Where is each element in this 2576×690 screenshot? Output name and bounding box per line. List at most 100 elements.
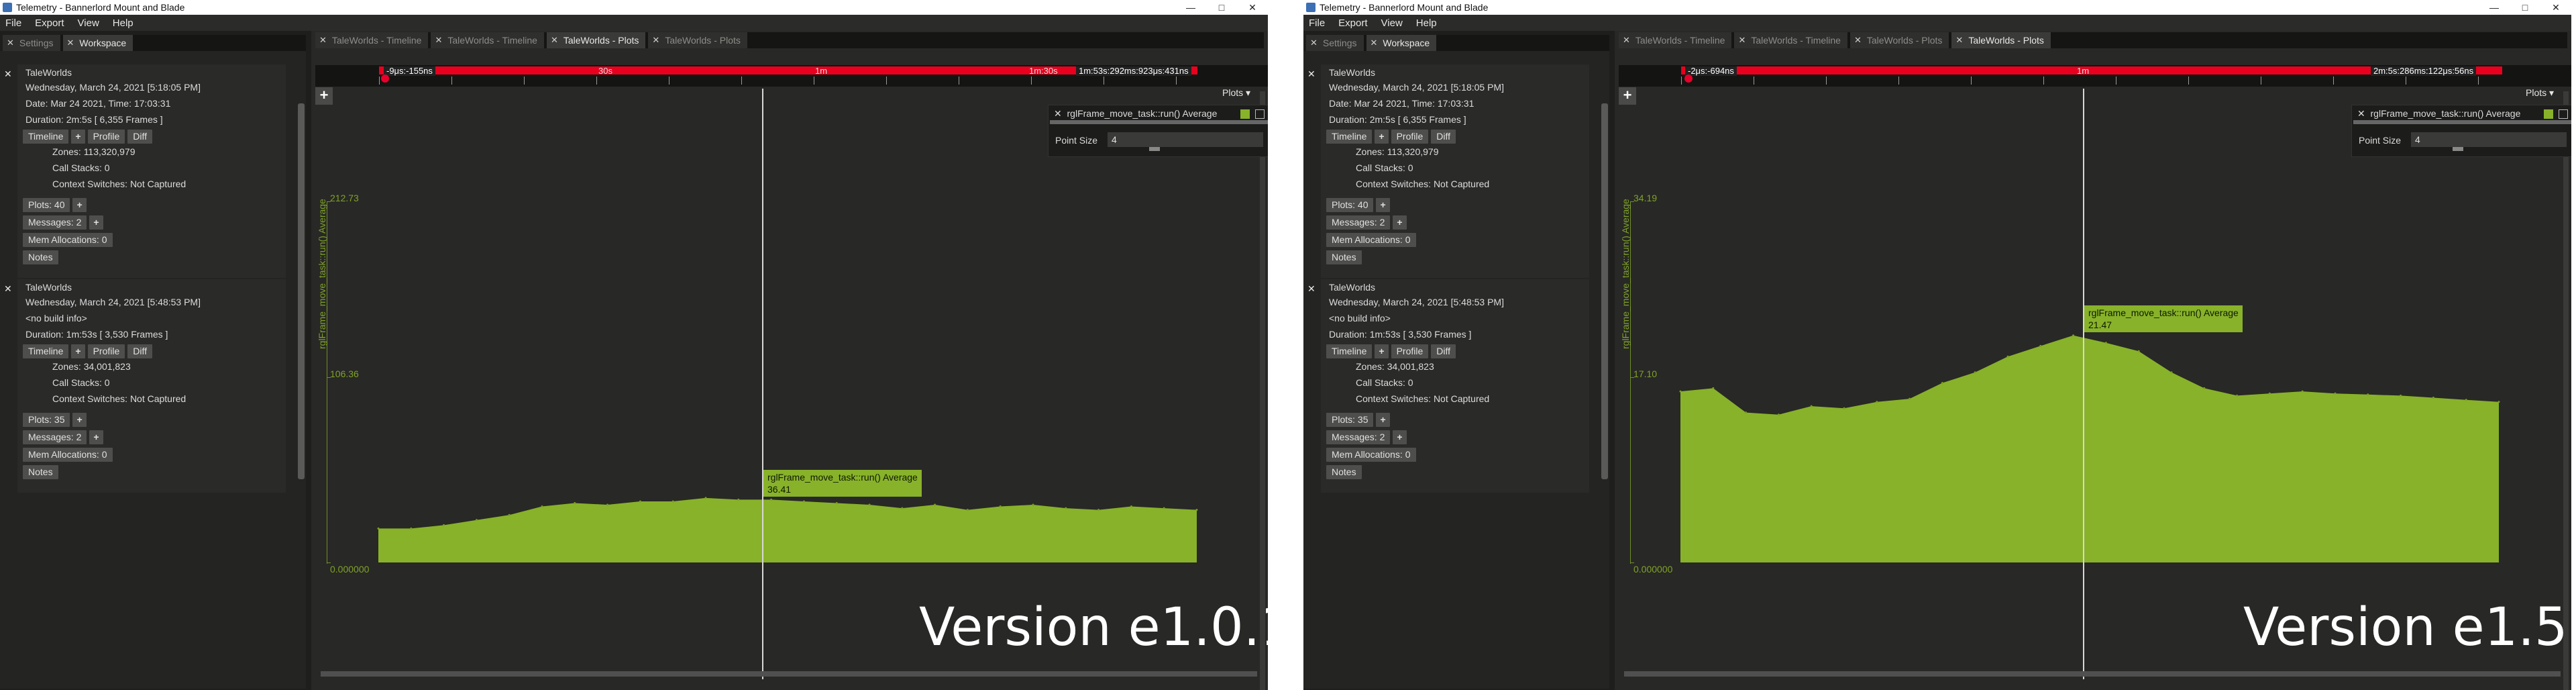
menu-view[interactable]: View: [1381, 17, 1403, 29]
menu-help[interactable]: Help: [1416, 17, 1437, 29]
mem-allocations-button[interactable]: Mem Allocations: 0: [23, 232, 113, 247]
timeline-button[interactable]: Timeline: [1326, 344, 1373, 358]
point-size-slider[interactable]: [1149, 147, 1160, 151]
close-tab-icon[interactable]: ✕: [1854, 35, 1862, 46]
add-timeline-button[interactable]: +: [71, 344, 85, 358]
add-message-button[interactable]: +: [89, 215, 103, 230]
mem-allocations-button[interactable]: Mem Allocations: 0: [23, 447, 113, 462]
tab-plots-1[interactable]: ✕ TaleWorlds - Plots: [546, 32, 646, 48]
add-plot-small-button[interactable]: +: [1376, 412, 1390, 427]
profile-button[interactable]: Profile: [1391, 344, 1429, 358]
close-tab-icon[interactable]: ✕: [7, 38, 14, 48]
timeline-button[interactable]: Timeline: [23, 129, 69, 144]
profile-button[interactable]: Profile: [87, 129, 125, 144]
add-plot-small-button[interactable]: +: [72, 197, 87, 212]
add-message-button[interactable]: +: [1393, 215, 1407, 230]
menu-export[interactable]: Export: [35, 17, 64, 29]
add-plot-button[interactable]: +: [315, 87, 333, 105]
horizontal-scrollbar[interactable]: [321, 671, 1257, 677]
close-tab-icon[interactable]: ✕: [1310, 38, 1318, 48]
plots-menu-button[interactable]: Plots ▾: [1222, 87, 1250, 99]
tab-settings[interactable]: ✕ Settings: [1306, 35, 1364, 51]
close-tab-icon[interactable]: ✕: [551, 35, 558, 46]
point-size-input[interactable]: 4: [2411, 132, 2567, 147]
plots-menu-button[interactable]: Plots ▾: [2526, 87, 2554, 99]
mem-allocations-button[interactable]: Mem Allocations: 0: [1326, 232, 1416, 247]
menu-help[interactable]: Help: [113, 17, 133, 29]
workspace-scrollbar[interactable]: [1601, 103, 1608, 479]
menu-file[interactable]: File: [5, 17, 21, 29]
tab-timeline-2[interactable]: ✕ TaleWorlds - Timeline: [1734, 32, 1847, 48]
plots-button[interactable]: Plots: 35: [1326, 412, 1374, 427]
diff-button[interactable]: Diff: [1431, 344, 1456, 358]
close-series-icon[interactable]: ✕: [2357, 108, 2365, 119]
messages-button[interactable]: Messages: 2: [1326, 215, 1391, 230]
horizontal-scrollbar[interactable]: [1624, 671, 2561, 677]
add-timeline-button[interactable]: +: [1375, 344, 1389, 358]
menu-view[interactable]: View: [78, 17, 99, 29]
series-color-swatch[interactable]: [1240, 109, 1250, 119]
messages-button[interactable]: Messages: 2: [1326, 430, 1391, 444]
close-tab-icon[interactable]: ✕: [435, 35, 442, 46]
diff-button[interactable]: Diff: [1431, 129, 1456, 144]
close-tab-icon[interactable]: ✕: [1738, 35, 1746, 46]
tab-plots-1[interactable]: ✕ TaleWorlds - Plots: [1849, 32, 1949, 48]
timeline-range-bar[interactable]: [379, 66, 1197, 75]
timeline-marker-icon[interactable]: [381, 75, 389, 83]
add-message-button[interactable]: +: [89, 430, 103, 444]
close-trace-icon[interactable]: ✕: [4, 283, 12, 295]
timeline-button[interactable]: Timeline: [23, 344, 69, 358]
tab-plots-2[interactable]: ✕ TaleWorlds - Plots: [1951, 32, 2051, 48]
notes-button[interactable]: Notes: [23, 250, 58, 264]
tab-workspace[interactable]: ✕ Workspace: [62, 35, 133, 51]
close-tab-icon[interactable]: ✕: [652, 35, 659, 46]
tab-timeline-2[interactable]: ✕ TaleWorlds - Timeline: [431, 32, 544, 48]
add-plot-button[interactable]: +: [1619, 87, 1636, 105]
menu-file[interactable]: File: [1309, 17, 1325, 29]
messages-button[interactable]: Messages: 2: [23, 430, 87, 444]
add-timeline-button[interactable]: +: [1375, 129, 1389, 144]
diff-button[interactable]: Diff: [127, 344, 153, 358]
add-plot-small-button[interactable]: +: [72, 412, 87, 427]
messages-button[interactable]: Messages: 2: [23, 215, 87, 230]
notes-button[interactable]: Notes: [23, 464, 58, 479]
close-tab-icon[interactable]: ✕: [1623, 35, 1630, 46]
close-tab-icon[interactable]: ✕: [319, 35, 327, 46]
tab-timeline-1[interactable]: ✕ TaleWorlds - Timeline: [1619, 32, 1732, 48]
notes-button[interactable]: Notes: [1326, 250, 1362, 264]
point-size-input[interactable]: 4: [1108, 132, 1263, 147]
mem-allocations-button[interactable]: Mem Allocations: 0: [1326, 447, 1416, 462]
add-message-button[interactable]: +: [1393, 430, 1407, 444]
close-tab-icon[interactable]: ✕: [1955, 35, 1963, 46]
close-trace-icon[interactable]: ✕: [1307, 283, 1316, 295]
plots-button[interactable]: Plots: 40: [1326, 197, 1374, 212]
timeline-ruler[interactable]: -9μs:-155ns 1m:53s:292ms:923μs:431ns 30s 1m…: [315, 65, 1268, 87]
close-window-icon[interactable]: ✕: [2540, 0, 2571, 15]
close-series-icon[interactable]: ✕: [1054, 108, 1062, 119]
tab-workspace[interactable]: ✕ Workspace: [1366, 35, 1437, 51]
maximize-icon[interactable]: □: [2510, 0, 2540, 15]
minimize-icon[interactable]: —: [2479, 0, 2510, 15]
point-size-slider[interactable]: [2453, 147, 2463, 151]
series-color-swatch[interactable]: [2544, 109, 2553, 119]
diff-button[interactable]: Diff: [127, 129, 153, 144]
resize-icon[interactable]: [1255, 109, 1265, 119]
add-timeline-button[interactable]: +: [71, 129, 85, 144]
plots-button[interactable]: Plots: 35: [23, 412, 70, 427]
timeline-ruler[interactable]: -2μs:-694ns 2m:5s:286ms:122μs:56ns 1m: [1619, 65, 2571, 87]
close-trace-icon[interactable]: ✕: [1307, 68, 1316, 80]
timeline-button[interactable]: Timeline: [1326, 129, 1373, 144]
profile-button[interactable]: Profile: [87, 344, 125, 358]
plots-button[interactable]: Plots: 40: [23, 197, 70, 212]
notes-button[interactable]: Notes: [1326, 464, 1362, 479]
workspace-scrollbar[interactable]: [298, 103, 305, 479]
tab-timeline-1[interactable]: ✕ TaleWorlds - Timeline: [315, 32, 429, 48]
maximize-icon[interactable]: □: [1206, 0, 1237, 15]
profile-button[interactable]: Profile: [1391, 129, 1429, 144]
close-trace-icon[interactable]: ✕: [4, 68, 12, 80]
close-window-icon[interactable]: ✕: [1237, 0, 1268, 15]
tab-plots-2[interactable]: ✕ TaleWorlds - Plots: [648, 32, 747, 48]
timeline-marker-icon[interactable]: [1684, 75, 1693, 83]
tab-settings[interactable]: ✕ Settings: [3, 35, 60, 51]
close-tab-icon[interactable]: ✕: [67, 38, 74, 48]
